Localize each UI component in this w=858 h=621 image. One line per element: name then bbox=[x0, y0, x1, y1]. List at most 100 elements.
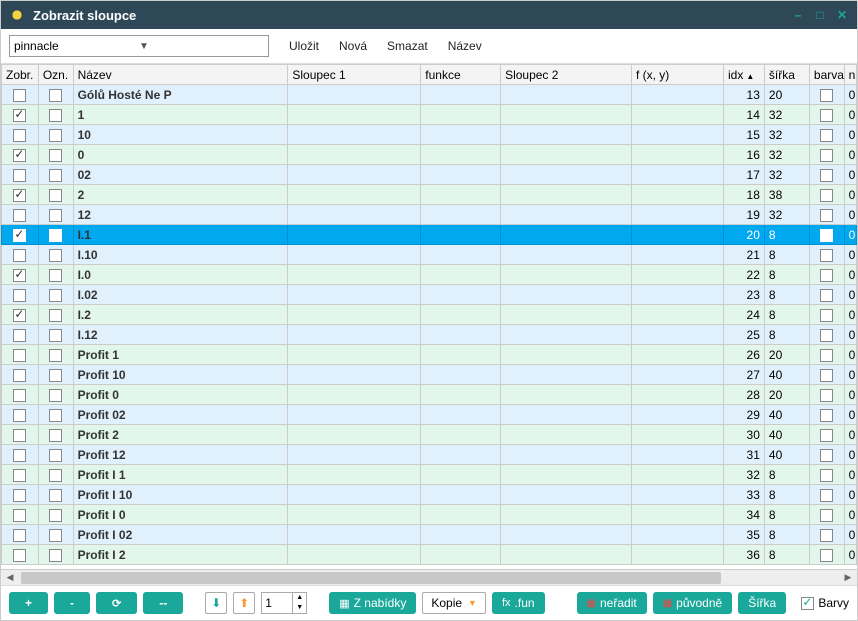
cell-nazev[interactable]: Profit I 2 bbox=[73, 545, 288, 565]
cell-barva[interactable] bbox=[809, 405, 844, 425]
stepper-up-icon[interactable]: ▲ bbox=[292, 593, 306, 603]
table-row[interactable]: 0217320 bbox=[2, 165, 857, 185]
col-n[interactable]: n bbox=[844, 65, 856, 85]
cell-barva[interactable] bbox=[809, 325, 844, 345]
cell-idx[interactable]: 30 bbox=[724, 425, 765, 445]
cell-n[interactable]: 0 bbox=[844, 245, 856, 265]
cell-ozn[interactable] bbox=[38, 245, 73, 265]
cell-n[interactable]: 0 bbox=[844, 225, 856, 245]
cell-ozn[interactable] bbox=[38, 165, 73, 185]
cell-idx[interactable]: 13 bbox=[724, 85, 765, 105]
checkbox[interactable] bbox=[13, 409, 26, 422]
colors-toggle[interactable]: Barvy bbox=[801, 596, 849, 610]
cell-sloupec2[interactable] bbox=[501, 445, 632, 465]
cell-nazev[interactable]: Profit 0 bbox=[73, 385, 288, 405]
checkbox[interactable] bbox=[49, 349, 62, 362]
cell-zobr[interactable] bbox=[2, 345, 39, 365]
cell-fxy[interactable] bbox=[631, 285, 723, 305]
cell-sirka[interactable]: 8 bbox=[764, 245, 809, 265]
cell-idx[interactable]: 19 bbox=[724, 205, 765, 225]
checkbox[interactable] bbox=[820, 409, 833, 422]
copy-button[interactable]: Kopie▼ bbox=[422, 592, 486, 614]
scroll-thumb[interactable] bbox=[21, 572, 721, 584]
table-row[interactable]: 016320 bbox=[2, 145, 857, 165]
checkbox[interactable] bbox=[820, 529, 833, 542]
cell-n[interactable]: 0 bbox=[844, 545, 856, 565]
cell-n[interactable]: 0 bbox=[844, 485, 856, 505]
cell-n[interactable]: 0 bbox=[844, 365, 856, 385]
col-funkce[interactable]: funkce bbox=[421, 65, 501, 85]
cell-sirka[interactable]: 8 bbox=[764, 525, 809, 545]
cell-sirka[interactable]: 8 bbox=[764, 465, 809, 485]
cell-idx[interactable]: 33 bbox=[724, 485, 765, 505]
checkbox[interactable] bbox=[820, 189, 833, 202]
cell-barva[interactable] bbox=[809, 265, 844, 285]
cell-funkce[interactable] bbox=[421, 285, 501, 305]
cell-n[interactable]: 0 bbox=[844, 185, 856, 205]
cell-ozn[interactable] bbox=[38, 485, 73, 505]
name-button[interactable]: Název bbox=[448, 39, 482, 53]
cell-sirka[interactable]: 32 bbox=[764, 105, 809, 125]
cell-zobr[interactable] bbox=[2, 365, 39, 385]
move-down-button[interactable]: ⬇ bbox=[205, 592, 227, 614]
cell-sloupec2[interactable] bbox=[501, 405, 632, 425]
cell-barva[interactable] bbox=[809, 525, 844, 545]
cell-n[interactable]: 0 bbox=[844, 325, 856, 345]
cell-barva[interactable] bbox=[809, 245, 844, 265]
col-sloupec1[interactable]: Sloupec 1 bbox=[288, 65, 421, 85]
cell-idx[interactable]: 27 bbox=[724, 365, 765, 385]
cell-nazev[interactable]: Gólů Hosté Ne P bbox=[73, 85, 288, 105]
cell-zobr[interactable] bbox=[2, 485, 39, 505]
checkbox[interactable] bbox=[49, 109, 62, 122]
cell-sloupec2[interactable] bbox=[501, 145, 632, 165]
scroll-right-icon[interactable]: ▶ bbox=[842, 572, 854, 584]
checkbox[interactable] bbox=[820, 309, 833, 322]
checkbox[interactable] bbox=[49, 89, 62, 102]
table-row[interactable]: 1219320 bbox=[2, 205, 857, 225]
cell-sloupec2[interactable] bbox=[501, 525, 632, 545]
cell-sloupec1[interactable] bbox=[288, 165, 421, 185]
cell-fxy[interactable] bbox=[631, 345, 723, 365]
cell-fxy[interactable] bbox=[631, 325, 723, 345]
cell-fxy[interactable] bbox=[631, 225, 723, 245]
table-row[interactable]: Profit 028200 bbox=[2, 385, 857, 405]
cell-sirka[interactable]: 40 bbox=[764, 365, 809, 385]
cell-n[interactable]: 0 bbox=[844, 205, 856, 225]
cell-nazev[interactable]: Profit 12 bbox=[73, 445, 288, 465]
cell-sloupec1[interactable] bbox=[288, 485, 421, 505]
cell-barva[interactable] bbox=[809, 105, 844, 125]
checkbox[interactable] bbox=[49, 489, 62, 502]
cell-fxy[interactable] bbox=[631, 105, 723, 125]
table-row[interactable]: Profit I 03480 bbox=[2, 505, 857, 525]
table-row[interactable]: Profit 230400 bbox=[2, 425, 857, 445]
cell-nazev[interactable]: Profit I 10 bbox=[73, 485, 288, 505]
cell-n[interactable]: 0 bbox=[844, 285, 856, 305]
cell-sloupec1[interactable] bbox=[288, 505, 421, 525]
cell-sloupec1[interactable] bbox=[288, 285, 421, 305]
cell-funkce[interactable] bbox=[421, 485, 501, 505]
cell-n[interactable]: 0 bbox=[844, 165, 856, 185]
cell-fxy[interactable] bbox=[631, 265, 723, 285]
cell-zobr[interactable] bbox=[2, 545, 39, 565]
cell-sirka[interactable]: 20 bbox=[764, 345, 809, 365]
cell-sloupec2[interactable] bbox=[501, 325, 632, 345]
checkbox[interactable] bbox=[13, 509, 26, 522]
checkbox[interactable] bbox=[49, 329, 62, 342]
cell-idx[interactable]: 36 bbox=[724, 545, 765, 565]
cell-fxy[interactable] bbox=[631, 145, 723, 165]
cell-sloupec2[interactable] bbox=[501, 165, 632, 185]
cell-funkce[interactable] bbox=[421, 185, 501, 205]
cell-nazev[interactable]: Profit 02 bbox=[73, 405, 288, 425]
checkbox[interactable] bbox=[49, 449, 62, 462]
checkbox[interactable] bbox=[49, 469, 62, 482]
position-stepper[interactable]: ▲▼ bbox=[261, 592, 307, 614]
cell-n[interactable]: 0 bbox=[844, 405, 856, 425]
cell-sloupec1[interactable] bbox=[288, 205, 421, 225]
cell-funkce[interactable] bbox=[421, 545, 501, 565]
checkbox[interactable] bbox=[820, 389, 833, 402]
cell-funkce[interactable] bbox=[421, 325, 501, 345]
cell-zobr[interactable] bbox=[2, 305, 39, 325]
table-row[interactable]: Profit I 103380 bbox=[2, 485, 857, 505]
cell-nazev[interactable]: 0 bbox=[73, 145, 288, 165]
cell-idx[interactable]: 35 bbox=[724, 525, 765, 545]
